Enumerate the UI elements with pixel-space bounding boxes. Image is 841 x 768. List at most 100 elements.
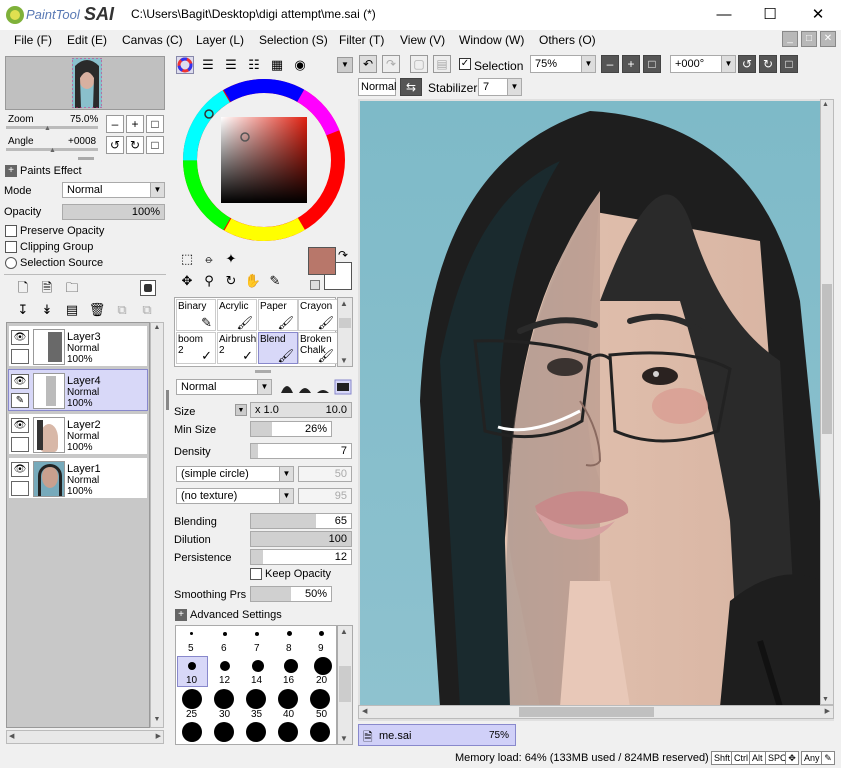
eye-icon[interactable]: 👁 — [11, 462, 29, 477]
eye-icon[interactable]: 👁 — [11, 374, 29, 389]
zoom-slider[interactable] — [6, 126, 98, 129]
scroll-left-icon[interactable]: ◀ — [362, 707, 367, 715]
brush-slot[interactable]: Binary ✎ — [176, 299, 216, 331]
size-dot[interactable] — [246, 689, 266, 709]
scroll-down-icon[interactable]: ▼ — [340, 734, 348, 743]
scroll-up-icon[interactable]: ▲ — [152, 324, 162, 334]
menu-canvas[interactable]: Canvas (C) — [122, 33, 183, 47]
layer-mode-select[interactable]: Normal ▼ — [62, 182, 165, 198]
canvas-mode-field[interactable]: Normal — [358, 78, 396, 96]
size-dot[interactable] — [310, 689, 330, 709]
panel-splitter-vertical[interactable] — [166, 390, 169, 410]
advanced-settings-label[interactable]: Advanced Settings — [190, 609, 282, 621]
hsv-slider-tab-icon[interactable]: ☰ — [222, 56, 240, 74]
layer-list-hscrollbar[interactable]: ◀ ▶ — [6, 730, 164, 744]
size-dot[interactable] — [314, 657, 332, 675]
toolbar-zoom-in-button[interactable]: + — [622, 55, 640, 73]
smoothing-slider[interactable]: 50% — [250, 586, 332, 602]
size-dot[interactable] — [255, 632, 259, 636]
size-slider[interactable]: x 1.0 10.0 — [250, 402, 352, 418]
scroll-down-icon[interactable]: ▼ — [340, 356, 348, 365]
size-multiplier-dropdown[interactable]: ▼ — [235, 404, 247, 416]
canvas-vscrollbar[interactable]: ▲ ▼ — [820, 99, 834, 705]
brush-shape-picker[interactable] — [279, 379, 353, 395]
zoom-select[interactable]: 75% ▼ — [530, 55, 596, 73]
panel-menu-button[interactable]: ▼ — [337, 57, 353, 73]
new-linework-layer-icon[interactable]: 🗎 — [38, 279, 56, 297]
layer-list-scrollbar[interactable]: ▲ ▼ — [150, 322, 164, 728]
size-dot[interactable] — [284, 659, 298, 673]
dilution-slider[interactable]: 100 — [250, 531, 352, 547]
scroll-right-icon[interactable]: ▶ — [825, 707, 830, 715]
palette-tab-icon[interactable]: ▦ — [268, 56, 286, 74]
undo-button[interactable]: ↶ — [359, 55, 377, 73]
density-slider[interactable]: 7 — [250, 443, 352, 459]
layer-lock-box[interactable] — [11, 349, 29, 364]
lasso-icon[interactable]: ⦵ — [200, 250, 218, 268]
size-dot[interactable] — [278, 689, 298, 709]
rotate-right-button[interactable]: ↻ — [126, 136, 144, 154]
maximize-button[interactable]: ☐ — [747, 0, 793, 30]
zoom-out-button[interactable]: – — [106, 115, 124, 133]
scroll-up-icon[interactable]: ▲ — [822, 101, 829, 108]
delete-layer-icon[interactable]: 🗑 — [88, 301, 106, 319]
document-tab[interactable]: 🗎 me.sai 75% — [358, 724, 516, 746]
clipping-group-checkbox[interactable] — [5, 241, 17, 253]
brush-blend-mode-select[interactable]: Normal ▼ — [176, 379, 272, 395]
zoom-in-button[interactable]: + — [126, 115, 144, 133]
rotate-reset-button[interactable]: □ — [146, 136, 164, 154]
size-dot[interactable] — [188, 662, 196, 670]
rgb-slider-tab-icon[interactable]: ☰ — [199, 56, 217, 74]
menu-file[interactable]: File (F) — [14, 33, 52, 47]
rect-select-icon[interactable]: ⬚ — [178, 250, 196, 268]
brush-grid-scrollbar[interactable]: ▲ ▼ — [337, 297, 353, 367]
mdi-close-button[interactable]: ✕ — [820, 31, 836, 47]
scroll-up-icon[interactable]: ▲ — [340, 299, 348, 308]
layer-lock-box[interactable] — [11, 481, 29, 496]
magic-wand-icon[interactable]: ✦ — [222, 250, 240, 268]
brush-slot[interactable]: Crayon 🖌 — [298, 299, 338, 331]
clear-layer-icon[interactable]: ▤ — [63, 301, 81, 319]
flip-horizontal-button[interactable]: ⇆ — [400, 78, 422, 96]
close-button[interactable]: ✕ — [795, 0, 841, 30]
angle-slider-thumb[interactable]: ▲ — [49, 147, 57, 154]
canvas-hscrollbar[interactable]: ◀ ▶ — [358, 705, 834, 719]
eyedropper-icon[interactable]: ✎ — [266, 272, 284, 290]
brush-slot[interactable]: Paper 🖌 — [258, 299, 298, 331]
size-dot[interactable] — [214, 689, 234, 709]
scroll-down-icon[interactable]: ▼ — [822, 696, 829, 703]
brush-shape-select[interactable]: (simple circle) ▼ — [176, 466, 294, 482]
advanced-settings-toggle-icon[interactable]: + — [175, 609, 187, 621]
menu-edit[interactable]: Edit (E) — [67, 33, 107, 47]
minimize-button[interactable]: — — [701, 0, 747, 30]
paints-effect-toggle-icon[interactable]: + — [5, 165, 17, 177]
min-size-slider[interactable]: 26% — [250, 421, 332, 437]
size-dot[interactable] — [223, 632, 227, 636]
hand-tool-icon[interactable]: ✋ — [244, 272, 262, 290]
blending-slider[interactable]: 65 — [250, 513, 352, 529]
size-dot[interactable] — [310, 722, 330, 742]
selection-checkbox[interactable]: ✓ — [459, 58, 471, 70]
brush-slot-selected[interactable]: Blend 🖌 — [258, 332, 298, 364]
panel-splitter[interactable] — [78, 157, 94, 160]
keep-opacity-checkbox[interactable] — [250, 568, 262, 580]
scroll-up-icon[interactable]: ▲ — [340, 627, 348, 636]
layer-lock-box[interactable] — [11, 437, 29, 452]
zoom-slider-thumb[interactable]: ▲ — [44, 125, 52, 132]
menu-view[interactable]: View (V) — [400, 33, 445, 47]
layer-item-selected[interactable]: 👁 ✎ Layer4 Normal 100% — [8, 369, 148, 411]
toolbar-rotate-right-button[interactable]: ↻ — [759, 55, 777, 73]
rotate-left-button[interactable]: ↺ — [106, 136, 124, 154]
scroll-thumb[interactable] — [339, 318, 351, 328]
transparent-color-icon[interactable] — [310, 280, 320, 290]
size-dot[interactable] — [278, 722, 298, 742]
size-dot[interactable] — [182, 722, 202, 742]
size-dot[interactable] — [319, 631, 324, 636]
brush-edit-icon[interactable]: ✎ — [11, 393, 29, 408]
toolbar-rotate-left-button[interactable]: ↺ — [738, 55, 756, 73]
brush-texture-select[interactable]: (no texture) ▼ — [176, 488, 294, 504]
brush-slot[interactable]: Airbrush 2 ✓ — [217, 332, 257, 364]
size-dot[interactable] — [287, 631, 292, 636]
new-layer-icon[interactable]: 🗋 — [14, 279, 32, 297]
brush-slot[interactable]: boom 2 ✓ — [176, 332, 216, 364]
